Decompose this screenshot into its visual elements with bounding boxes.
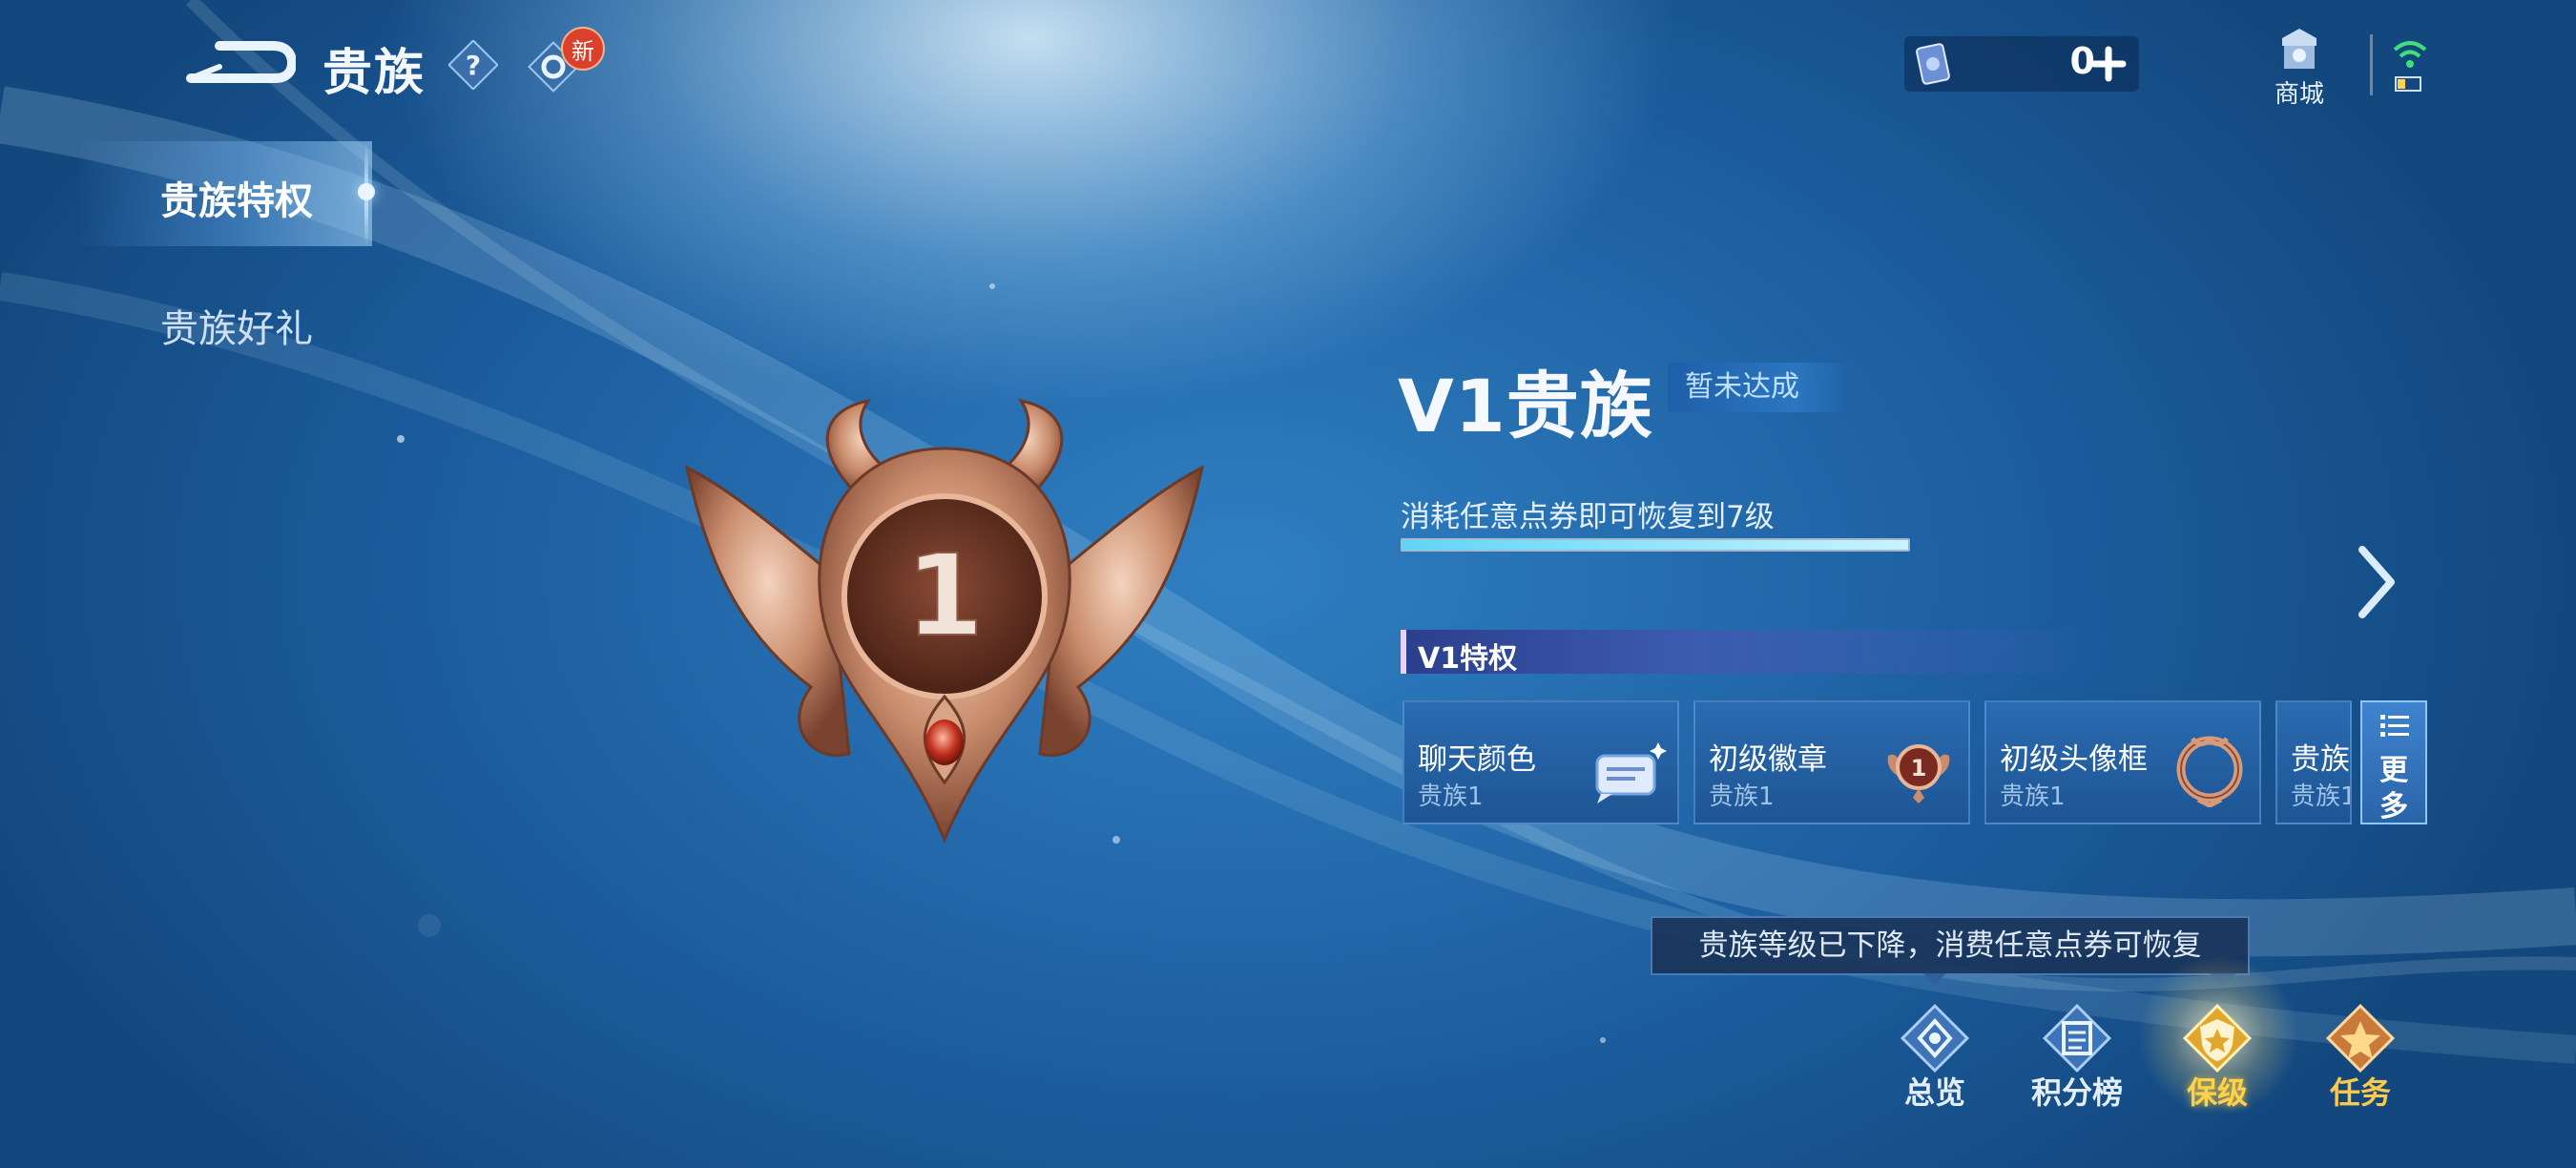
tab-label: 任务	[2329, 1074, 2391, 1111]
tab-tasks[interactable]: 任务	[2303, 992, 2418, 1116]
level-drop-tooltip: 贵族等级已下降，消费任意点券可恢复	[1651, 916, 2250, 975]
privilege-name: 初级徽章	[1709, 742, 1827, 777]
privilege-level: 贵族1	[2291, 782, 2352, 811]
tab-label: 保级	[2186, 1074, 2248, 1111]
divider	[2370, 34, 2373, 95]
chevron-right-icon[interactable]	[2353, 544, 2400, 620]
progress-bar-fill	[1402, 540, 1908, 550]
shop-label: 商城	[2274, 80, 2324, 109]
privilege-name: 初级头像框	[2000, 742, 2148, 777]
privilege-level: 贵族1	[1709, 782, 1775, 811]
list-icon	[2380, 715, 2409, 737]
privilege-name: 贵族	[2291, 742, 2350, 777]
back-arrow-icon[interactable]	[181, 29, 296, 95]
add-currency-icon[interactable]	[2086, 42, 2131, 86]
currency-display: 0	[1904, 36, 2139, 92]
overview-icon	[1900, 1003, 1970, 1074]
sidebar-item-gifts[interactable]: 贵族好礼	[160, 298, 313, 353]
privilege-card[interactable]: 初级徽章 贵族1 1	[1693, 700, 1970, 824]
tab-leaderboard[interactable]: 积分榜	[2020, 992, 2134, 1116]
privilege-card[interactable]: 贵族 贵族1	[2275, 700, 2352, 824]
shop-icon	[2282, 29, 2316, 69]
tab-label: 总览	[1903, 1074, 1965, 1111]
privilege-name: 聊天颜色	[1418, 742, 1536, 777]
privilege-level: 贵族1	[1418, 782, 1484, 811]
chat-bubble-icon	[1595, 742, 1667, 803]
coupon-icon	[1916, 43, 1950, 85]
tab-keep-level[interactable]: 保级	[2160, 992, 2275, 1116]
svg-text:1: 1	[1911, 755, 1927, 782]
svg-text:?: ?	[466, 50, 481, 81]
sidebar-active-dot	[358, 183, 375, 200]
tab-label: 积分榜	[2030, 1074, 2123, 1111]
leaderboard-icon	[2042, 1003, 2112, 1074]
privilege-level: 贵族1	[2000, 782, 2066, 811]
sidebar-item-privileges[interactable]: 贵族特权	[160, 170, 313, 225]
tab-overview[interactable]: 总览	[1878, 992, 1992, 1116]
avatar-frame-icon	[2176, 736, 2243, 807]
task-icon	[2325, 1003, 2396, 1074]
keep-level-icon	[2182, 1003, 2253, 1074]
progress-hint: 消耗任意点券即可恢复到7级	[1401, 500, 1775, 534]
noble-level-emblem: 1	[684, 398, 1205, 844]
privilege-card[interactable]: 初级头像框 贵族1	[1984, 700, 2261, 824]
noble-level-title: V1贵族	[1398, 364, 1653, 448]
help-icon[interactable]: ?	[448, 40, 498, 90]
privileges-header: V1特权	[1401, 630, 2107, 676]
shop-button[interactable]: 商城	[2261, 25, 2337, 111]
wifi-icon	[2393, 41, 2427, 68]
battery-icon	[2395, 76, 2421, 92]
more-privileges-button[interactable]: 更 多	[2360, 700, 2427, 824]
privileges-header-label: V1特权	[1418, 642, 1518, 676]
emblem-level-number: 1	[905, 530, 984, 661]
more-label-2: 多	[2379, 790, 2408, 824]
badge-icon: 1	[1887, 744, 1950, 803]
tooltip-arrow-secondary	[1923, 973, 1946, 985]
status-badge: 暂未达成	[1668, 363, 1849, 412]
new-badge: 新	[561, 27, 605, 71]
page-title: 贵族	[322, 45, 426, 102]
privilege-card[interactable]: 聊天颜色 贵族1	[1402, 700, 1679, 824]
